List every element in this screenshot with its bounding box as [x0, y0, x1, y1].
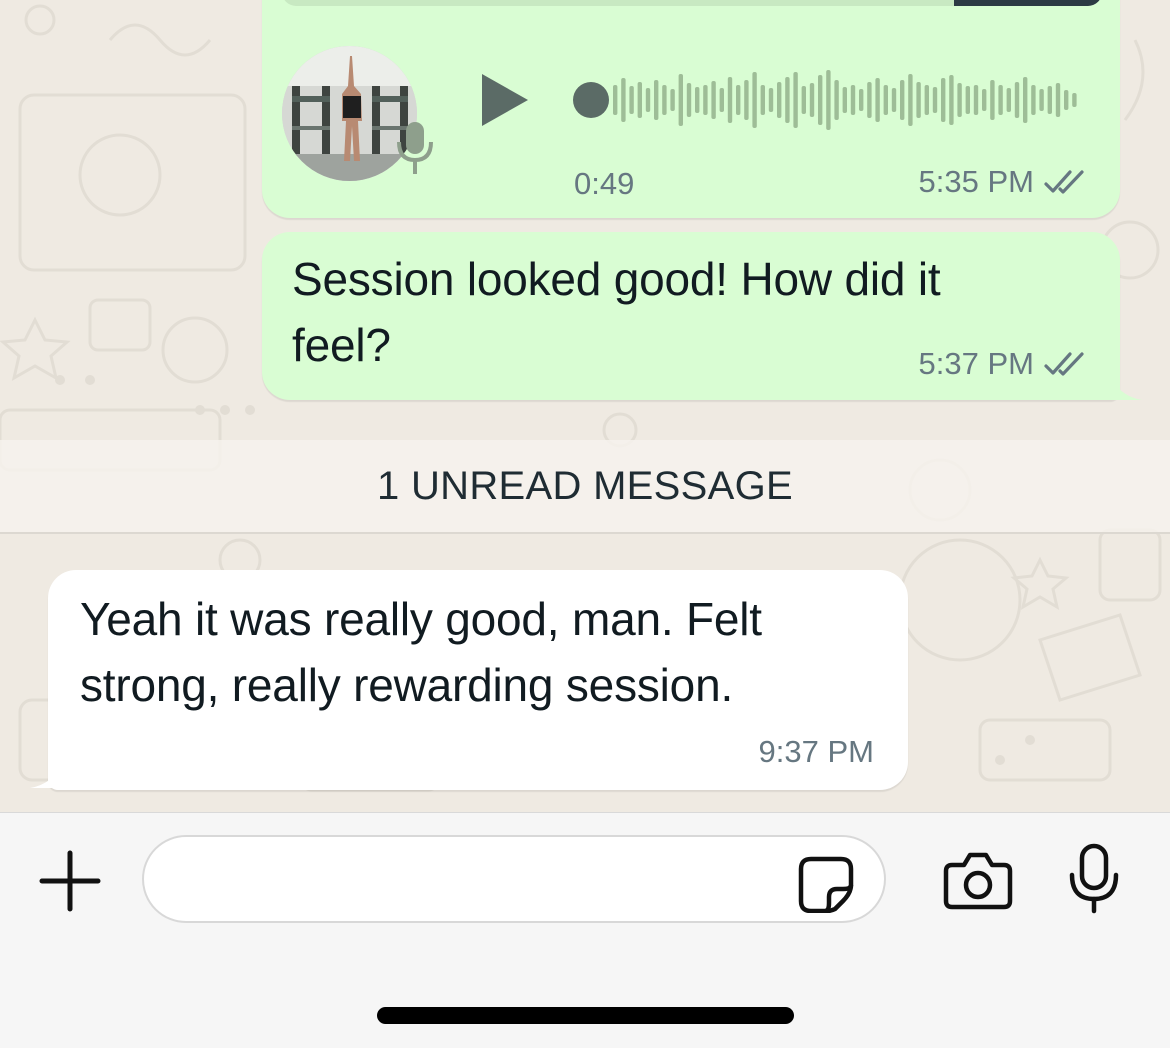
double-check-icon	[1044, 352, 1084, 376]
time-label: 5:35 PM	[918, 164, 1034, 199]
attached-image-thumbnail	[954, 0, 1102, 6]
waveform-bar	[859, 89, 864, 111]
camera-icon[interactable]	[942, 849, 1014, 911]
chat-area: 0:49 5:35 PM Session looked good! How di…	[0, 0, 1170, 812]
sticker-icon[interactable]	[797, 855, 855, 913]
message-input[interactable]	[142, 835, 886, 923]
waveform-bar	[1064, 90, 1069, 110]
waveform-bar	[998, 85, 1003, 115]
message-timestamp: 9:37 PM	[759, 734, 874, 770]
time-label: 9:37 PM	[758, 734, 874, 769]
waveform-bar	[736, 85, 741, 115]
message-composer	[0, 812, 1170, 1048]
message-line: Yeah it was really good, man. Felt	[80, 593, 762, 645]
waveform-bar	[629, 86, 634, 114]
waveform-bar	[900, 80, 905, 120]
voice-message-bubble[interactable]: 0:49 5:35 PM	[262, 0, 1120, 218]
microphone-badge-icon	[397, 122, 433, 174]
waveform-bar	[842, 87, 847, 113]
waveform-bar	[654, 80, 659, 120]
waveform-bar	[982, 89, 987, 111]
waveform-bar	[621, 78, 626, 122]
waveform-bar	[752, 72, 757, 128]
waveform-bar	[785, 77, 790, 123]
waveform-bar	[777, 82, 782, 118]
waveform-bar	[662, 85, 667, 115]
waveform-bar	[867, 82, 872, 118]
waveform-bar	[908, 74, 913, 126]
waveform-bar	[924, 85, 929, 115]
bubble-tail-outgoing	[1108, 372, 1142, 400]
waveform-bar	[727, 77, 733, 123]
home-indicator[interactable]	[377, 1007, 794, 1024]
waveform-bar	[801, 86, 806, 114]
voice-timestamp: 5:35 PM	[919, 164, 1090, 200]
waveform-bar	[826, 70, 831, 130]
waveform-bar	[883, 85, 888, 115]
waveform-bar	[1006, 88, 1011, 112]
bubble-tail-incoming	[30, 760, 64, 788]
waveform-bar	[965, 86, 970, 114]
waveform-bar	[932, 87, 938, 113]
microphone-icon[interactable]	[1066, 843, 1122, 915]
waveform-bar	[1014, 82, 1020, 118]
waveform-bar	[613, 85, 618, 115]
waveform-bar	[1055, 83, 1061, 117]
outgoing-message-bubble[interactable]: Session looked good! How did it feel? 5:…	[262, 232, 1120, 400]
incoming-message-bubble[interactable]: Yeah it was really good, man. Felt stron…	[48, 570, 908, 790]
message-line: feel?	[292, 319, 391, 371]
unread-divider: 1 UNREAD MESSAGE	[0, 440, 1170, 534]
waveform-bar	[645, 88, 651, 112]
message-line: strong, really rewarding session.	[80, 659, 734, 711]
waveform-bar	[1031, 85, 1036, 115]
waveform-bar	[818, 75, 823, 125]
waveform-bar	[834, 80, 839, 120]
waveform-bar	[695, 87, 700, 113]
message-timestamp: 5:37 PM	[919, 346, 1090, 382]
waveform-bar	[744, 80, 749, 120]
message-line: Session looked good! How did it	[292, 253, 941, 305]
waveform-bar	[957, 83, 962, 117]
waveform-bar	[711, 81, 716, 119]
voice-duration: 0:49	[574, 166, 635, 201]
waveform-bar	[941, 78, 946, 122]
waveform-bar	[686, 83, 692, 117]
waveform-bar	[637, 82, 642, 118]
waveform-bar	[973, 85, 979, 115]
waveform-bar	[768, 88, 774, 112]
waveform-bar	[990, 80, 995, 120]
waveform-bar	[809, 83, 815, 117]
waveform-bar	[850, 85, 856, 115]
waveform-bar	[949, 75, 954, 125]
double-check-icon	[1044, 170, 1084, 194]
play-icon[interactable]	[480, 72, 530, 128]
waveform-bar	[793, 72, 798, 128]
waveform-bar	[760, 85, 765, 115]
waveform-bar	[1072, 93, 1077, 107]
waveform-bar	[891, 88, 897, 112]
unread-divider-label: 1 UNREAD MESSAGE	[376, 463, 793, 508]
waveform-bar	[670, 89, 675, 111]
waveform-bar	[719, 88, 724, 112]
waveform-bar	[1039, 89, 1044, 111]
waveform-bar	[1047, 86, 1052, 114]
waveform-bar	[875, 78, 880, 122]
scrubber-handle	[573, 82, 609, 118]
time-label: 5:37 PM	[918, 346, 1034, 381]
audio-waveform[interactable]	[569, 65, 1089, 135]
waveform-bar	[678, 74, 683, 126]
waveform-bar	[916, 82, 921, 118]
waveform-bar	[1023, 77, 1028, 123]
plus-icon[interactable]	[38, 849, 102, 913]
waveform-bar	[703, 85, 708, 115]
